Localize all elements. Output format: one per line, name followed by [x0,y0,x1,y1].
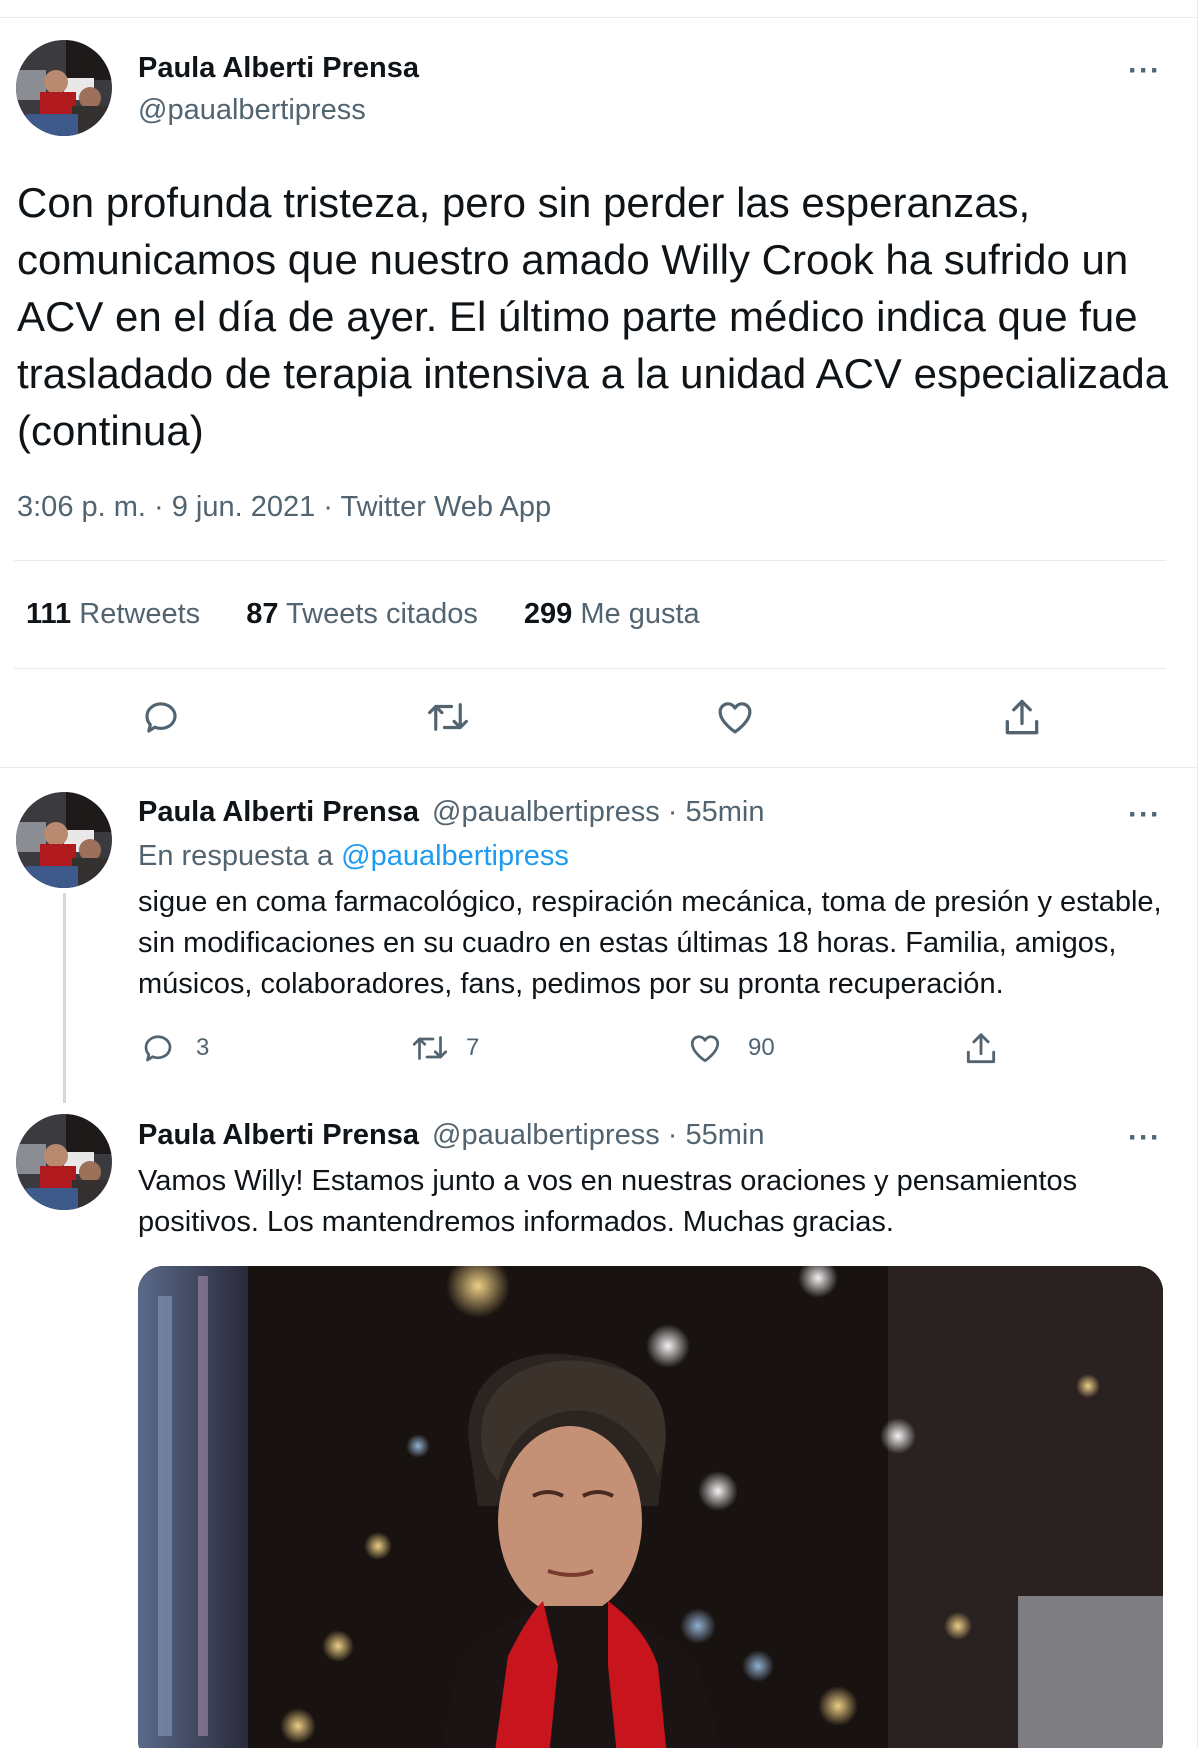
more-options-icon[interactable]: ··· [1128,800,1161,830]
author-handle-time[interactable]: @paualbertipress · 55min [432,1119,764,1152]
divider [14,668,1166,669]
share-icon [1005,699,1039,735]
tweet-thread: Paula Alberti Prensa @paualbertipress ··… [0,0,1200,1748]
portrait-photo [138,1266,1163,1748]
like-button[interactable] [713,696,757,738]
retweet-button[interactable] [425,696,471,738]
tweet-meta[interactable]: 3:06 p. m. · 9 jun. 2021 · Twitter Web A… [17,491,551,524]
retweets-label: Retweets [79,598,201,630]
thread-line [63,893,66,1103]
reply-button[interactable]: 3 [140,1030,209,1066]
tweet-text: sigue en coma farmacológico, respiración… [138,886,1162,1000]
reply-count: 3 [196,1034,210,1061]
like-count: 90 [748,1034,775,1061]
author-handle[interactable]: @paualbertipress [138,94,366,127]
likes-stat[interactable]: 299 Me gusta [524,598,700,631]
reply-to-prefix: En respuesta a [138,840,342,872]
top-divider [0,17,1198,18]
retweets-count: 111 [26,598,72,630]
likes-label: Me gusta [580,598,700,630]
retweet-icon [412,1036,448,1060]
more-options-icon[interactable]: ··· [1128,1123,1161,1153]
likes-count: 299 [523,598,573,630]
avatar[interactable] [16,40,112,136]
reply-button[interactable] [140,696,182,738]
avatar[interactable] [16,1114,112,1210]
author-name[interactable]: Paula Alberti Prensa [138,796,419,829]
author-name[interactable]: Paula Alberti Prensa [138,1119,419,1152]
divider [0,767,1198,768]
reply-to-handle-link[interactable]: @paualbertipress [341,840,569,872]
like-icon [690,1035,720,1063]
like-button[interactable]: 90 [686,1030,775,1066]
more-options-icon[interactable]: ··· [1128,56,1161,86]
quote-tweets-stat[interactable]: 87 Tweets citados [246,598,478,631]
share-button[interactable] [962,1030,1000,1068]
quote-tweets-label: Tweets citados [286,598,478,630]
quote-tweets-count: 87 [246,598,279,630]
share-icon [966,1033,996,1064]
right-divider [1197,0,1198,1748]
like-icon [718,702,752,734]
divider [14,560,1166,561]
tweet-stats: 111 Retweets 87 Tweets citados 299 Me gu… [26,598,738,631]
tweet-text: Con profunda tristeza, pero sin perder l… [17,179,1169,454]
reply-to: En respuesta a @paualbertipress [138,840,569,873]
reply-icon [145,702,177,733]
tweet-text: Vamos Willy! Estamos junto a vos en nues… [138,1165,1078,1238]
retweet-count: 7 [466,1034,480,1061]
retweet-icon [428,703,468,731]
author-handle-time[interactable]: @paualbertipress · 55min [432,796,764,829]
retweets-stat[interactable]: 111 Retweets [26,598,200,631]
tweet-photo[interactable] [138,1266,1163,1748]
reply-icon [144,1035,172,1062]
retweet-button[interactable]: 7 [410,1030,479,1066]
avatar[interactable] [16,792,112,888]
author-name[interactable]: Paula Alberti Prensa [138,52,419,85]
share-button[interactable] [1000,696,1044,740]
